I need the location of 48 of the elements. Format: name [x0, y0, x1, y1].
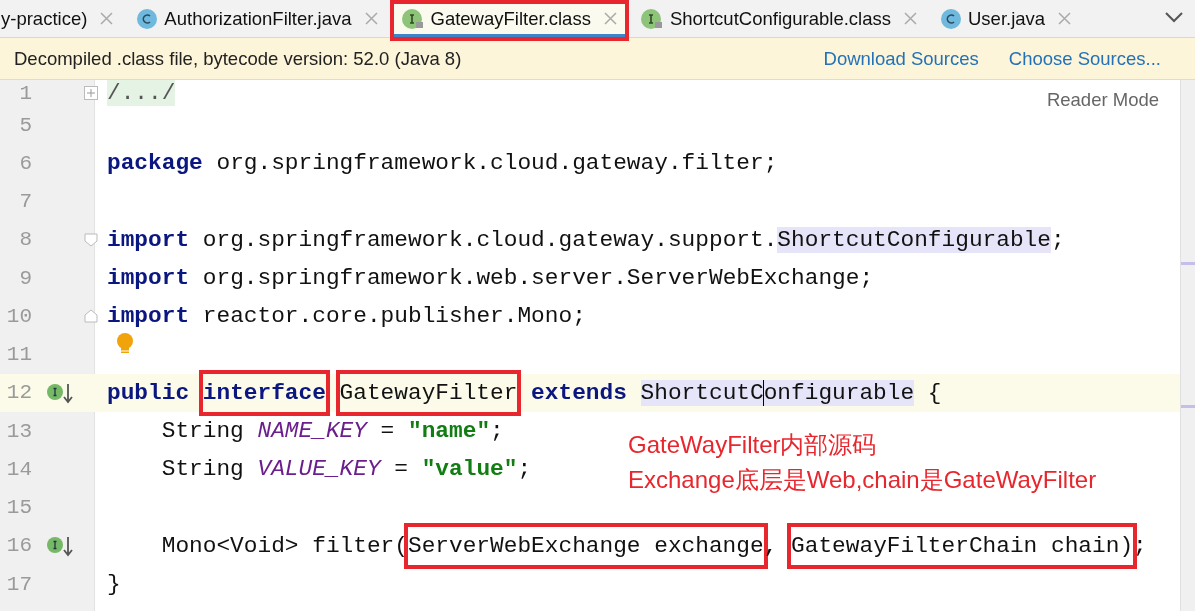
line-number: 7 — [18, 190, 32, 214]
code-line: public interface GatewayFilter extends ShortcutConfigurable { — [107, 378, 942, 407]
line-number: 1 — [18, 81, 32, 105]
fold-expand-icon[interactable] — [84, 86, 98, 100]
line-number: 11 — [5, 343, 32, 367]
line-number: 6 — [18, 151, 32, 175]
code-line: import reactor.core.publisher.Mono; — [107, 302, 586, 331]
line-number: 10 — [5, 304, 32, 328]
line-number: 13 — [5, 419, 32, 443]
line-number: 17 — [5, 572, 32, 596]
close-icon[interactable] — [603, 12, 617, 25]
line-number: 8 — [18, 228, 32, 252]
banner-link[interactable]: Choose Sources... — [1008, 47, 1161, 70]
code-line: package org.springframework.cloud.gateway.filter; — [107, 149, 778, 178]
fold-icon[interactable] — [84, 309, 98, 324]
banner-message: Decompiled .class file, bytecode version: 52.0 (Java 8) — [14, 47, 463, 70]
code-line: String VALUE_KEY = "value"; — [160, 455, 532, 484]
line-number: 16 — [5, 534, 32, 558]
implemented-icon[interactable] — [46, 534, 74, 557]
annotation-text: GateWayFilter内部源码 Exchange底层是Web,chain是GateWayFilter — [628, 430, 1097, 495]
editor-tab[interactable]: ShortcutConfigurable.class — [628, 0, 929, 37]
fold-icon[interactable] — [84, 232, 98, 247]
class-icon — [137, 8, 158, 29]
close-icon[interactable] — [904, 12, 917, 25]
implemented-icon[interactable] — [46, 381, 74, 404]
interface-icon — [401, 8, 424, 29]
line-number: 15 — [5, 496, 32, 520]
code-line: } — [107, 570, 121, 599]
line-number: 14 — [5, 457, 32, 481]
editor-tab[interactable]: y-practice) — [0, 0, 126, 37]
editor-tab[interactable]: AuthorizationFilter.java — [125, 0, 390, 37]
close-icon[interactable] — [100, 12, 114, 25]
interface-icon — [640, 8, 663, 29]
banner-link[interactable]: Download Sources — [823, 47, 979, 70]
reader-mode-link[interactable]: Reader Mode — [1046, 89, 1159, 111]
code-line: String NAME_KEY = "name"; — [160, 417, 504, 446]
editor-tab[interactable]: User.java — [929, 0, 1084, 37]
code-line: import org.springframework.cloud.gateway.support.ShortcutConfigurable; — [107, 225, 1065, 254]
line-number: 5 — [18, 113, 32, 137]
class-icon — [941, 8, 961, 29]
close-icon[interactable] — [364, 12, 378, 25]
lightbulb-icon[interactable] — [116, 331, 134, 356]
scrollbar[interactable] — [1180, 80, 1195, 611]
code-line: import org.springframework.web.server.ServerWebExchange; — [107, 264, 874, 293]
close-icon[interactable] — [1058, 12, 1072, 25]
line-number: 12 — [5, 381, 32, 405]
chevron-down-icon[interactable] — [1165, 12, 1183, 23]
line-number: 9 — [18, 266, 32, 290]
